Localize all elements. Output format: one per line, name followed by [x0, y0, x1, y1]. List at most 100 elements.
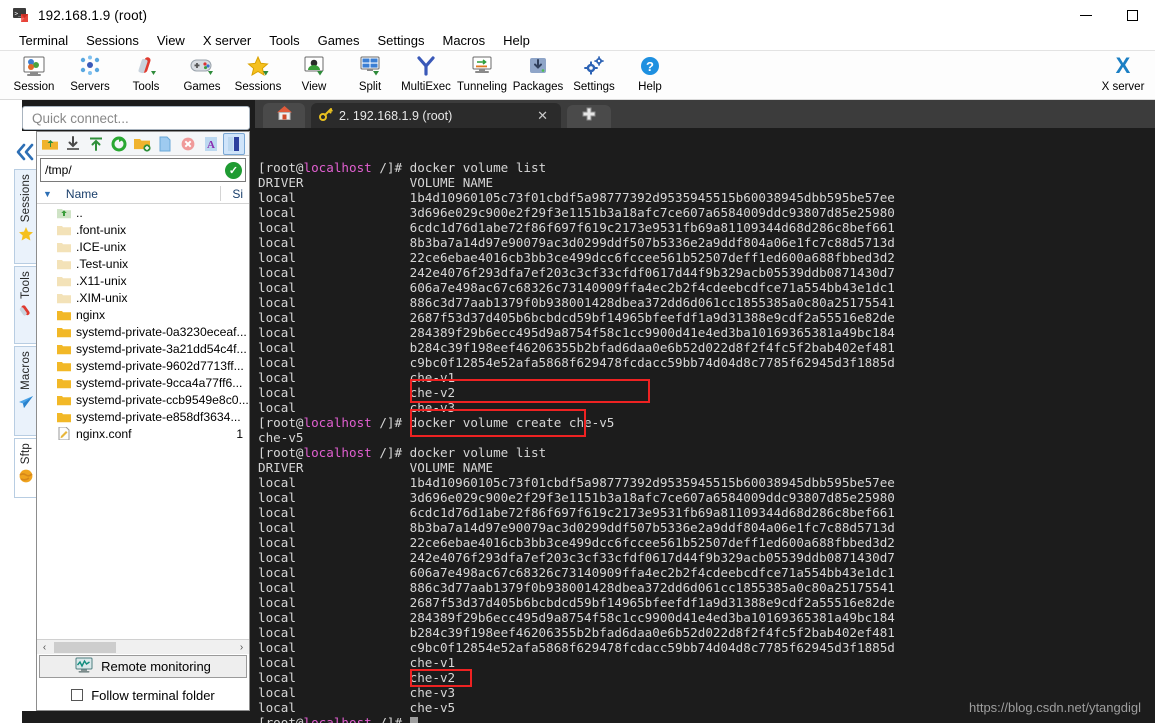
- text-mode-icon[interactable]: A: [200, 133, 222, 155]
- terminal-text-line: local 1b4d10960105c73f01cbdf5a98777392d9…: [258, 190, 895, 205]
- menu-item-sessions[interactable]: Sessions: [77, 31, 148, 50]
- menu-item-settings[interactable]: Settings: [369, 31, 434, 50]
- terminal-prompt-tail: /]#: [371, 715, 410, 723]
- toolbar-button-help[interactable]: ? Help: [622, 51, 678, 99]
- folder-icon: [57, 241, 71, 253]
- list-item[interactable]: .Test-unix: [37, 255, 249, 272]
- download-icon[interactable]: [62, 133, 84, 155]
- paper-plane-icon: [18, 394, 34, 415]
- folder-icon: [57, 394, 71, 406]
- list-item[interactable]: systemd-private-ccb9549e8c0...: [37, 391, 249, 408]
- sftp-file-list[interactable]: .. .font-unix .ICE-unix .Test-unix .X11-…: [37, 204, 249, 634]
- list-item[interactable]: .ICE-unix: [37, 238, 249, 255]
- menu-item-terminal[interactable]: Terminal: [10, 31, 77, 50]
- packages-icon: [526, 53, 550, 79]
- toolbar-button-x-server[interactable]: X X server: [1091, 51, 1155, 99]
- maximize-button[interactable]: [1109, 0, 1155, 30]
- scroll-left-icon[interactable]: ‹: [37, 642, 52, 653]
- column-header-name[interactable]: Name: [66, 187, 98, 201]
- svg-text:?: ?: [646, 59, 654, 74]
- toolbar-button-session[interactable]: Session: [6, 51, 62, 99]
- list-item[interactable]: systemd-private-9602d7713ff...: [37, 357, 249, 374]
- follow-terminal-folder-checkbox[interactable]: [71, 689, 84, 701]
- terminal-text-line: local 606a7e498ac67c68326c73140909ffa4ec…: [258, 565, 895, 580]
- remote-monitoring-button[interactable]: Remote monitoring: [39, 655, 247, 678]
- menu-item-macros[interactable]: Macros: [433, 31, 494, 50]
- toolbar-button-packages[interactable]: Packages: [510, 51, 566, 99]
- refresh-icon[interactable]: [108, 133, 130, 155]
- binary-mode-icon[interactable]: [223, 132, 245, 155]
- tab-terminal-session[interactable]: 2. 192.168.1.9 (root) ✕: [311, 103, 561, 128]
- toolbar-button-view[interactable]: View: [286, 51, 342, 99]
- new-file-icon[interactable]: [154, 133, 176, 155]
- file-name: systemd-private-9602d7713ff...: [76, 358, 244, 373]
- toolbar-label-sessions: Sessions: [234, 81, 282, 93]
- toolbar-button-games[interactable]: Games: [174, 51, 230, 99]
- terminal-text-line: local c9bc0f12854e52afa5868f629478fcdacc…: [258, 355, 895, 370]
- terminal-text-line: local 22ce6ebae4016cb3bb3ce499dcc6fccee5…: [258, 535, 895, 550]
- file-name: systemd-private-3a21dd54c4f...: [76, 341, 247, 356]
- list-item[interactable]: .font-unix: [37, 221, 249, 238]
- sidebar-item-macros[interactable]: Macros: [14, 346, 36, 436]
- menu-item-tools[interactable]: Tools: [260, 31, 308, 50]
- ssh-key-icon: [319, 107, 333, 124]
- menu-item-help[interactable]: Help: [494, 31, 539, 50]
- sidebar-item-sessions[interactable]: Sessions: [14, 169, 36, 264]
- settings-gear-icon: [582, 53, 606, 79]
- menu-item-x-server[interactable]: X server: [194, 31, 260, 50]
- toolbar-button-sessions[interactable]: Sessions: [230, 51, 286, 99]
- list-item[interactable]: systemd-private-e858df3634...: [37, 408, 249, 425]
- list-item[interactable]: nginx: [37, 306, 249, 323]
- terminal-output[interactable]: [root@localhost /]# docker volume list DR…: [255, 128, 1155, 723]
- quick-connect-field[interactable]: Quick connect...: [22, 106, 250, 130]
- toolbar-button-settings[interactable]: Settings: [566, 51, 622, 99]
- list-item[interactable]: .XIM-unix: [37, 289, 249, 306]
- sftp-path-field[interactable]: /tmp/ ✓: [40, 158, 246, 182]
- parent-folder-icon[interactable]: [39, 133, 61, 155]
- toolbar-button-split[interactable]: Split: [342, 51, 398, 99]
- menu-item-view[interactable]: View: [148, 31, 194, 50]
- minimize-button[interactable]: [1063, 0, 1109, 30]
- toolbar-button-tunneling[interactable]: Tunneling: [454, 51, 510, 99]
- terminal-text-line: local 242e4076f293dfa7ef203c3cf33cfdf061…: [258, 550, 895, 565]
- new-folder-icon[interactable]: [131, 133, 153, 155]
- sftp-horizontal-scrollbar[interactable]: ‹ ›: [37, 639, 249, 654]
- svg-text:A: A: [207, 139, 215, 151]
- follow-terminal-folder-row[interactable]: Follow terminal folder: [37, 684, 249, 706]
- list-item[interactable]: ..: [37, 204, 249, 221]
- list-item[interactable]: systemd-private-9cca4a77ff6...: [37, 374, 249, 391]
- list-item[interactable]: systemd-private-3a21dd54c4f...: [37, 340, 249, 357]
- scrollbar-thumb[interactable]: [54, 641, 116, 653]
- folder-icon: [57, 224, 71, 236]
- file-name: systemd-private-e858df3634...: [76, 409, 241, 424]
- sftp-browser-panel: A /tmp/ ✓ ▼ Name Si .. .font-unix .ICE-u…: [36, 131, 250, 711]
- sidebar-item-sftp[interactable]: Sftp: [14, 438, 36, 498]
- list-item[interactable]: nginx.conf 1: [37, 425, 249, 442]
- toolbar-button-tools[interactable]: Tools: [118, 51, 174, 99]
- terminal-prompt-host: localhost: [303, 715, 372, 723]
- collapse-sidebar-button[interactable]: [14, 142, 36, 167]
- toolbar-button-servers[interactable]: Servers: [62, 51, 118, 99]
- file-name: nginx: [76, 307, 106, 322]
- list-item[interactable]: .X11-unix: [37, 272, 249, 289]
- toolbar-label-help: Help: [638, 81, 662, 93]
- tab-home[interactable]: [263, 103, 305, 128]
- delete-icon[interactable]: [177, 133, 199, 155]
- remote-monitoring-label: Remote monitoring: [101, 659, 211, 674]
- menu-item-games[interactable]: Games: [309, 31, 369, 50]
- check-icon[interactable]: ✓: [225, 161, 242, 179]
- scroll-right-icon[interactable]: ›: [234, 642, 249, 653]
- watermark-text: https://blog.csdn.net/ytangdigl: [968, 700, 1141, 715]
- view-icon: [302, 53, 326, 79]
- sidebar-item-tools[interactable]: Tools: [14, 266, 36, 344]
- folder-icon: [57, 360, 71, 372]
- new-tab-button[interactable]: [567, 105, 611, 128]
- list-item[interactable]: systemd-private-0a3230eceaf...: [37, 323, 249, 340]
- close-icon[interactable]: ✕: [537, 108, 548, 124]
- file-name: systemd-private-0a3230eceaf...: [76, 324, 247, 339]
- upload-icon[interactable]: [85, 133, 107, 155]
- column-header-size[interactable]: Si: [232, 187, 243, 201]
- sort-caret-icon[interactable]: ▼: [43, 189, 52, 199]
- svg-text:X: X: [1116, 54, 1131, 78]
- toolbar-button-multiexec[interactable]: MultiExec: [398, 51, 454, 99]
